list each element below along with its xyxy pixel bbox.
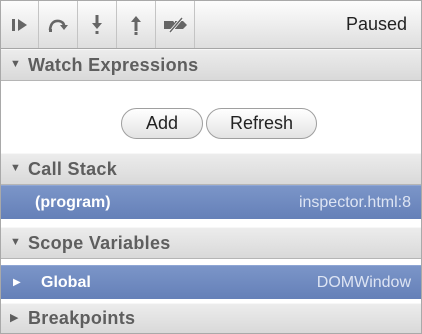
- debugger-status: Paused: [345, 14, 407, 34]
- step-over-icon: [47, 17, 69, 33]
- deactivate-breakpoints-button[interactable]: [156, 1, 195, 48]
- watch-expressions-title: Watch Expressions: [28, 54, 199, 75]
- call-frame-location: inspector.html:8: [298, 193, 411, 211]
- step-out-button[interactable]: [117, 1, 156, 48]
- scope-variables-title: Scope Variables: [28, 232, 171, 253]
- deactivate-breakpoints-icon: [162, 16, 188, 33]
- debugger-toolbar: Paused: [1, 1, 421, 49]
- expanded-triangle-icon: ▼: [10, 58, 22, 70]
- call-stack-title: Call Stack: [28, 158, 118, 179]
- continue-button[interactable]: [1, 1, 39, 48]
- collapsed-triangle-icon[interactable]: ▶: [13, 277, 21, 288]
- step-over-button[interactable]: [39, 1, 78, 48]
- step-out-icon: [129, 14, 143, 36]
- scripts-sidebar: Paused ▼ Watch Expressions Add Refresh ▼…: [0, 0, 422, 334]
- watch-expressions-header[interactable]: ▼ Watch Expressions: [1, 49, 421, 81]
- refresh-watch-button[interactable]: Refresh: [206, 108, 317, 139]
- step-into-button[interactable]: [78, 1, 117, 48]
- collapsed-triangle-icon: ▶: [10, 312, 19, 324]
- call-frame-name: (program): [35, 193, 111, 211]
- scope-item-value: DOMWindow: [316, 273, 411, 291]
- call-frame-row[interactable]: (program) inspector.html:8: [1, 185, 421, 219]
- add-watch-button[interactable]: Add: [121, 108, 203, 139]
- scope-global-row[interactable]: ▶ Global DOMWindow: [1, 265, 421, 299]
- breakpoints-title: Breakpoints: [28, 308, 136, 328]
- call-stack-header[interactable]: ▼ Call Stack: [1, 153, 421, 185]
- step-into-icon: [90, 14, 104, 36]
- breakpoints-header[interactable]: ▶ Breakpoints: [1, 303, 421, 333]
- expanded-triangle-icon: ▼: [10, 236, 22, 248]
- scope-variables-header[interactable]: ▼ Scope Variables: [1, 227, 421, 259]
- expanded-triangle-icon: ▼: [10, 162, 22, 174]
- scope-item-name: Global: [41, 273, 91, 291]
- continue-icon: [11, 17, 29, 33]
